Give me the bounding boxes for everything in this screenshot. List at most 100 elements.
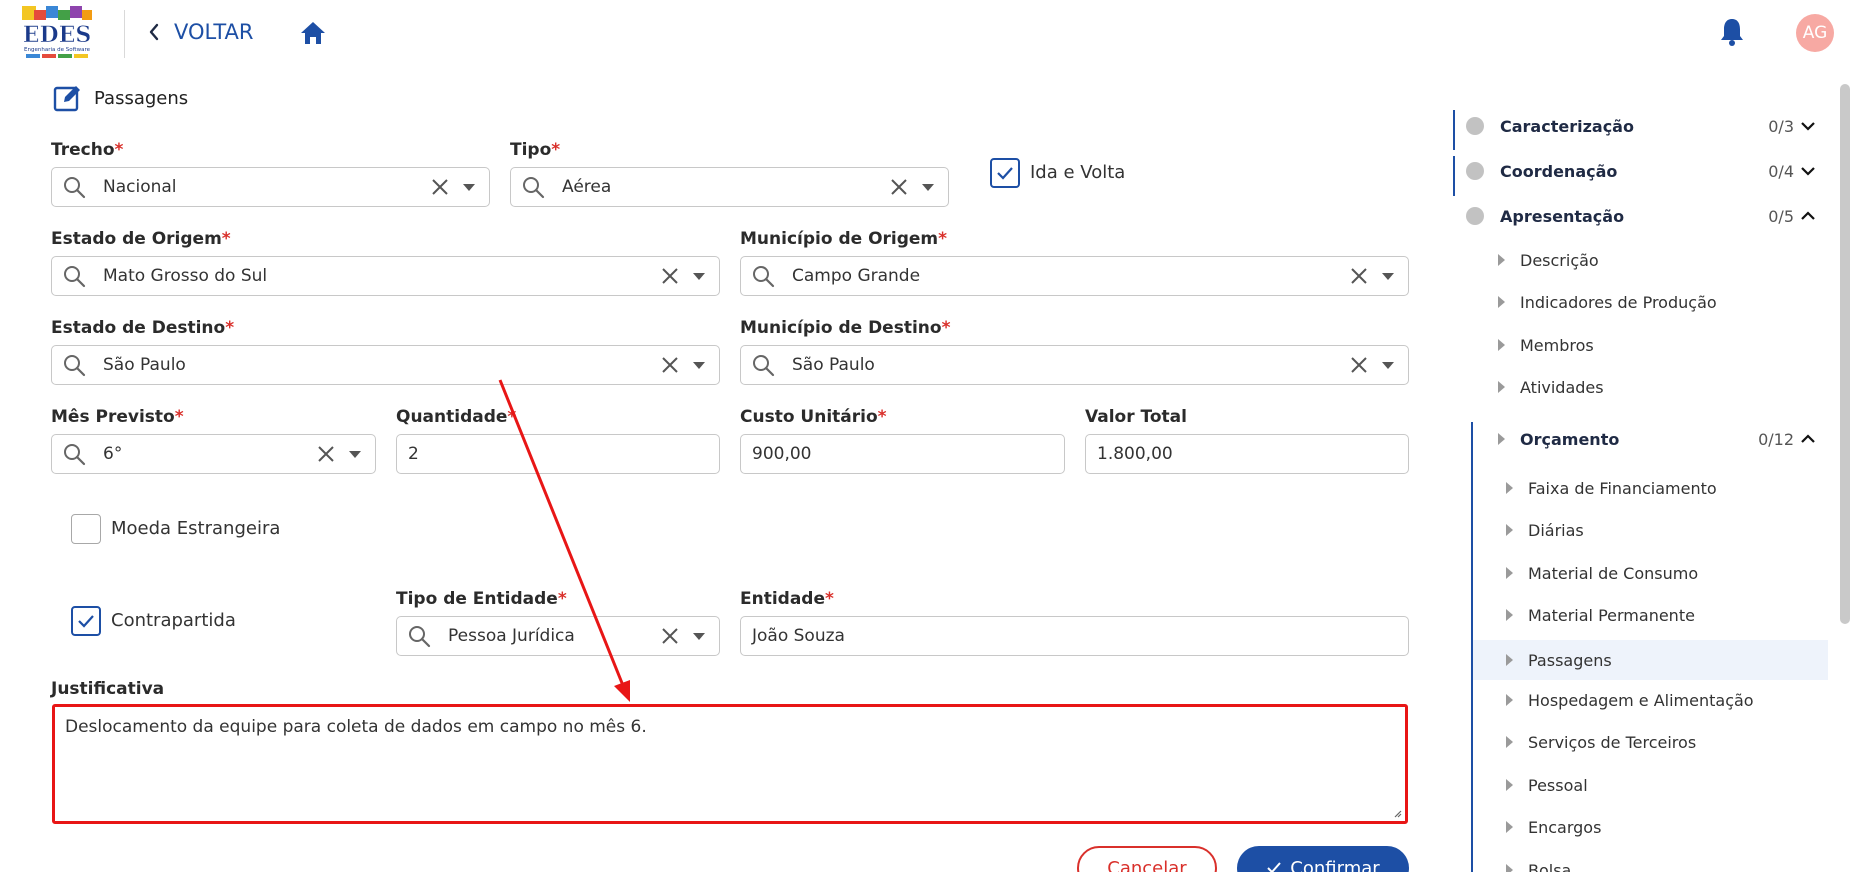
quantidade-input[interactable]: 2: [396, 434, 720, 474]
tipo-entidade-select[interactable]: Pessoa Jurídica: [396, 616, 720, 656]
caret-down-icon[interactable]: [691, 357, 707, 373]
estado-destino-select[interactable]: São Paulo: [51, 345, 720, 385]
clear-icon[interactable]: [888, 176, 910, 198]
search-icon: [64, 355, 86, 377]
sidebar-item-label: Encargos: [1528, 817, 1602, 837]
municipio-destino-select[interactable]: São Paulo: [740, 345, 1409, 385]
caret-down-icon[interactable]: [920, 179, 936, 195]
sidebar-group-count: 0/3: [1768, 116, 1794, 136]
sidebar-group-caracterizacao[interactable]: Caracterização 0/3: [1452, 106, 1830, 146]
page: EDES Engenharia de Software VOLTAR AG Pa…: [0, 0, 1854, 872]
sidebar-item-descricao[interactable]: Descrição: [1496, 242, 1599, 278]
caret-down-icon[interactable]: [1380, 357, 1396, 373]
mes-previsto-value: 6°: [103, 444, 123, 464]
sidebar-item-label: Diárias: [1528, 520, 1584, 540]
bell-icon[interactable]: [1717, 16, 1747, 48]
sidebar-group-apresentacao[interactable]: Apresentação 0/5: [1452, 196, 1830, 236]
sidebar-item-bolsa[interactable]: Bolsa: [1504, 852, 1571, 872]
caret-down-icon[interactable]: [347, 446, 363, 462]
sidebar-nav: Caracterização 0/3 Coordenação 0/4 Apres…: [1452, 76, 1830, 872]
home-icon[interactable]: [298, 18, 328, 48]
clear-icon[interactable]: [315, 443, 337, 465]
check-icon: [78, 615, 94, 628]
sidebar-item-label: Membros: [1520, 335, 1594, 355]
chevron-down-icon: [1801, 167, 1815, 176]
cancel-button[interactable]: Cancelar: [1077, 846, 1217, 872]
sidebar-item-faixa[interactable]: Faixa de Financiamento: [1504, 470, 1717, 506]
entidade-input[interactable]: João Souza: [740, 616, 1409, 656]
logo-text: EDES: [23, 22, 92, 48]
caret-down-icon[interactable]: [461, 179, 477, 195]
clear-icon[interactable]: [1348, 354, 1370, 376]
resize-grip-icon[interactable]: [1392, 808, 1402, 818]
tipo-select[interactable]: Aérea: [510, 167, 949, 207]
check-icon: [1267, 862, 1282, 872]
search-icon: [523, 177, 545, 199]
caret-right-icon: [1498, 433, 1505, 445]
back-button[interactable]: VOLTAR: [148, 18, 254, 46]
confirm-button[interactable]: Confirmar: [1237, 846, 1409, 872]
ida-volta-checkbox[interactable]: [990, 158, 1020, 188]
trecho-select[interactable]: Nacional: [51, 167, 490, 207]
contrapartida-label: Contrapartida: [111, 610, 236, 631]
mes-previsto-label: Mês Previsto*: [51, 407, 184, 427]
municipio-origem-select[interactable]: Campo Grande: [740, 256, 1409, 296]
sidebar-item-atividades[interactable]: Atividades: [1496, 369, 1604, 405]
trecho-value: Nacional: [103, 177, 177, 197]
clear-icon[interactable]: [429, 176, 451, 198]
sidebar-item-passagens[interactable]: Passagens: [1473, 640, 1828, 680]
clear-icon[interactable]: [659, 265, 681, 287]
chevron-up-icon: [1801, 434, 1815, 443]
chevron-left-icon: [149, 23, 159, 41]
sidebar-item-label: Pessoal: [1528, 775, 1588, 795]
sidebar-item-orcamento[interactable]: Orçamento 0/12: [1496, 421, 1830, 457]
valor-total-input[interactable]: 1.800,00: [1085, 434, 1409, 474]
sidebar-group-coordenacao[interactable]: Coordenação 0/4: [1452, 151, 1830, 191]
caret-right-icon: [1506, 821, 1513, 833]
avatar[interactable]: AG: [1796, 14, 1834, 52]
sidebar-item-pessoal[interactable]: Pessoal: [1504, 767, 1588, 803]
sidebar-item-servicos-terceiros[interactable]: Serviços de Terceiros: [1504, 724, 1696, 760]
sidebar-item-material-consumo[interactable]: Material de Consumo: [1504, 555, 1698, 591]
sidebar-item-label: Material de Consumo: [1528, 563, 1699, 583]
clear-icon[interactable]: [1348, 265, 1370, 287]
contrapartida-checkbox[interactable]: [71, 606, 101, 636]
caret-right-icon: [1506, 864, 1513, 872]
sidebar-item-material-permanente[interactable]: Material Permanente: [1504, 597, 1695, 633]
sidebar-item-indicadores[interactable]: Indicadores de Produção: [1496, 284, 1717, 320]
sidebar-item-diarias[interactable]: Diárias: [1504, 512, 1584, 548]
custo-unitario-input[interactable]: 900,00: [740, 434, 1065, 474]
caret-right-icon: [1506, 482, 1513, 494]
sidebar-item-label: Descrição: [1520, 250, 1599, 270]
caret-right-icon: [1506, 524, 1513, 536]
sidebar-item-hospedagem[interactable]: Hospedagem e Alimentação: [1504, 682, 1754, 718]
search-icon: [753, 266, 775, 288]
caret-down-icon[interactable]: [1380, 268, 1396, 284]
sidebar-item-label: Atividades: [1520, 377, 1604, 397]
clear-icon[interactable]: [659, 354, 681, 376]
caret-right-icon: [1506, 609, 1513, 621]
mes-previsto-select[interactable]: 6°: [51, 434, 376, 474]
search-icon: [64, 444, 86, 466]
moeda-estrangeira-checkbox[interactable]: [71, 514, 101, 544]
caret-right-icon: [1498, 339, 1505, 351]
municipio-origem-value: Campo Grande: [792, 266, 921, 286]
sidebar-item-encargos[interactable]: Encargos: [1504, 809, 1601, 845]
caret-down-icon[interactable]: [691, 628, 707, 644]
estado-destino-value: São Paulo: [103, 355, 186, 375]
justificativa-textarea[interactable]: Deslocamento da equipe para coleta de da…: [52, 704, 1408, 824]
sidebar-item-label: Faixa de Financiamento: [1528, 478, 1717, 498]
cancel-button-label: Cancelar: [1107, 857, 1187, 872]
caret-right-icon: [1506, 694, 1513, 706]
valor-total-label: Valor Total: [1085, 407, 1187, 427]
scrollbar[interactable]: [1840, 84, 1850, 624]
caret-right-icon: [1498, 381, 1505, 393]
sidebar-group-label: Caracterização: [1500, 116, 1634, 136]
custo-unitario-label: Custo Unitário*: [740, 407, 887, 427]
municipio-destino-label: Município de Destino*: [740, 318, 951, 338]
sidebar-item-membros[interactable]: Membros: [1496, 327, 1594, 363]
clear-icon[interactable]: [659, 625, 681, 647]
estado-origem-select[interactable]: Mato Grosso do Sul: [51, 256, 720, 296]
app-header: EDES Engenharia de Software VOLTAR AG: [0, 0, 1854, 70]
caret-down-icon[interactable]: [691, 268, 707, 284]
